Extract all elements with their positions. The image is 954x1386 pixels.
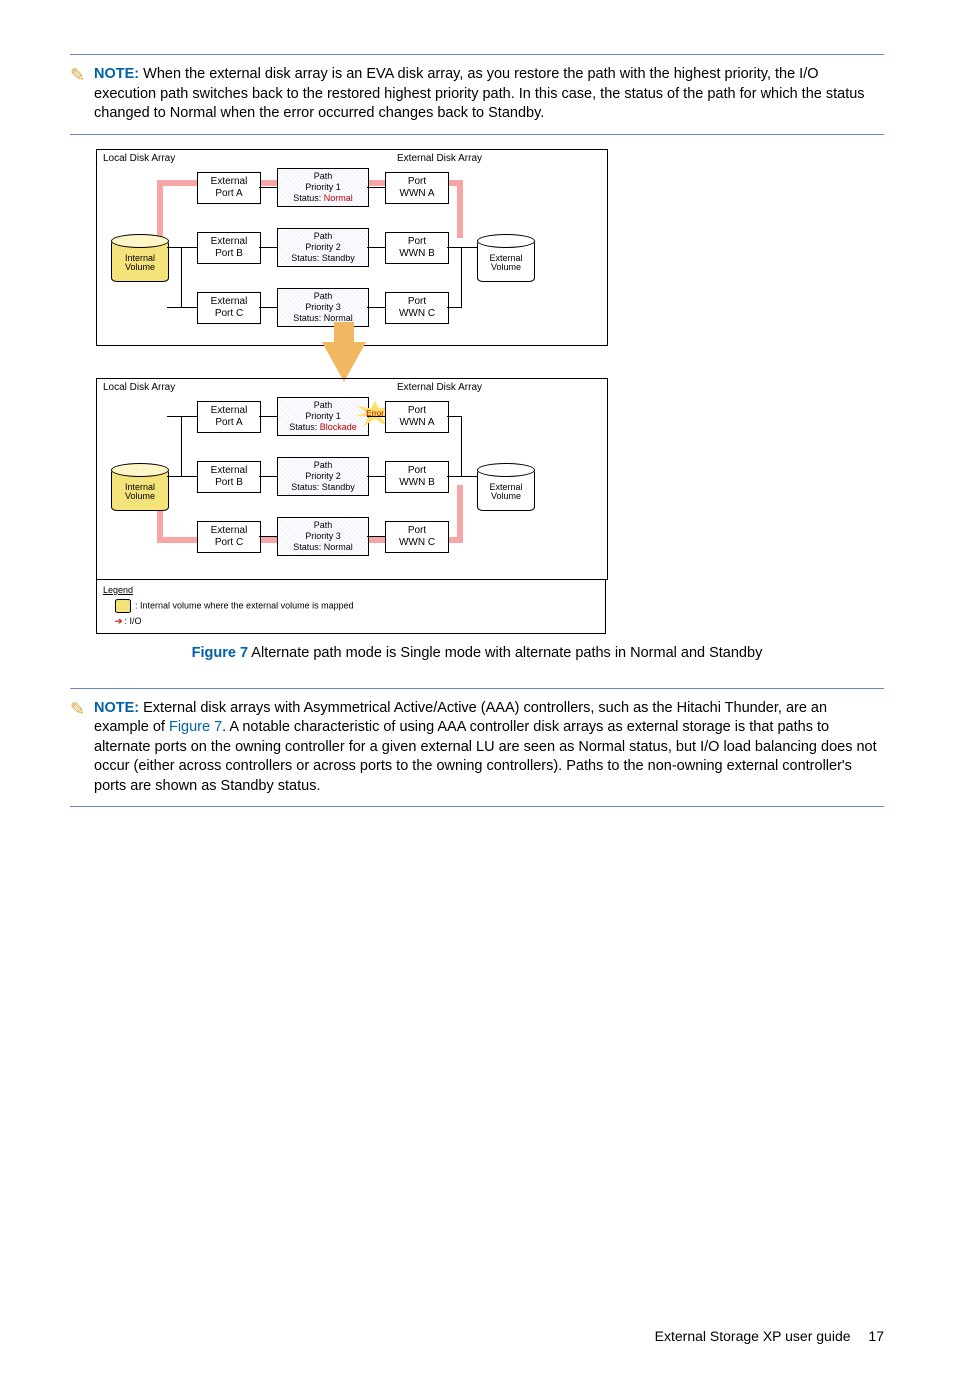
status-val: Normal bbox=[324, 193, 353, 203]
status-val: Normal bbox=[324, 542, 353, 552]
status-lbl: Status: bbox=[293, 542, 321, 552]
diagram-legend: Legend : Internal volume where the exter… bbox=[96, 580, 606, 634]
diagram-bottom: Local Disk Array External Disk Array Int… bbox=[96, 378, 608, 580]
path-3-label: Path Priority 3 bbox=[278, 291, 368, 314]
ext-port-c: External Port C bbox=[197, 292, 261, 324]
external-volume-label: External Volume bbox=[477, 254, 535, 273]
legend-item-1: : Internal volume where the external vol… bbox=[115, 599, 599, 613]
port-wwn-c: Port WWN C bbox=[385, 292, 449, 324]
path-1-status: Status: Blockade bbox=[278, 422, 368, 433]
port-wwn-b: Port WWN B bbox=[385, 461, 449, 493]
figure-caption: Figure 7 Alternate path mode is Single m… bbox=[70, 644, 884, 664]
path-priority-2: Path Priority 2 Status: Standby bbox=[277, 228, 369, 268]
external-volume-icon: External Volume bbox=[477, 463, 535, 511]
ext-port-b: External Port B bbox=[197, 232, 261, 264]
legend-item-1-text: : Internal volume where the external vol… bbox=[135, 600, 354, 610]
legend-item-2: ➔: I/O bbox=[115, 615, 599, 627]
path-priority-1: Path Priority 1 Status: Normal bbox=[277, 168, 369, 208]
status-lbl: Status: bbox=[289, 422, 317, 432]
note-block-2: ✎ NOTE: External disk arrays with Asymme… bbox=[70, 688, 884, 808]
internal-volume-label: Internal Volume bbox=[111, 254, 169, 273]
status-lbl: Status: bbox=[291, 482, 319, 492]
external-array-label: External Disk Array bbox=[397, 381, 482, 395]
figure-label: Figure 7 bbox=[192, 645, 248, 661]
path-2-status: Status: Standby bbox=[278, 253, 368, 264]
path-priority-3: Path Priority 3 Status: Normal bbox=[277, 288, 369, 328]
port-wwn-a: Port WWN A bbox=[385, 401, 449, 433]
note-2-text: NOTE: External disk arrays with Asymmetr… bbox=[94, 699, 884, 797]
port-wwn-a: Port WWN A bbox=[385, 172, 449, 204]
internal-volume-icon: Internal Volume bbox=[111, 463, 169, 511]
local-array-label: Local Disk Array bbox=[103, 152, 175, 166]
legend-item-2-text: : I/O bbox=[125, 616, 142, 626]
note-label: NOTE: bbox=[94, 700, 139, 716]
page-footer: External Storage XP user guide 17 bbox=[70, 1327, 884, 1346]
path-3-label: Path Priority 3 bbox=[278, 520, 368, 543]
active-path bbox=[457, 180, 463, 238]
internal-volume-label: Internal Volume bbox=[111, 483, 169, 502]
transition-arrow-icon bbox=[322, 342, 366, 382]
note-1-text: NOTE: When the external disk array is an… bbox=[94, 65, 884, 124]
arrow-icon: ➔ bbox=[115, 616, 123, 626]
external-volume-label: External Volume bbox=[477, 483, 535, 502]
path-2-status: Status: Standby bbox=[278, 482, 368, 493]
status-val: Standby bbox=[322, 482, 355, 492]
ext-port-b: External Port B bbox=[197, 461, 261, 493]
status-lbl: Status: bbox=[293, 313, 321, 323]
external-array-label: External Disk Array bbox=[397, 152, 482, 166]
note-icon: ✎ bbox=[70, 65, 94, 124]
port-wwn-c: Port WWN C bbox=[385, 521, 449, 553]
path-3-status: Status: Normal bbox=[278, 313, 368, 324]
path-2-label: Path Priority 2 bbox=[278, 460, 368, 483]
internal-volume-icon: Internal Volume bbox=[111, 234, 169, 282]
path-2-label: Path Priority 2 bbox=[278, 231, 368, 254]
active-path bbox=[457, 485, 463, 543]
path-1-label: Path Priority 1 bbox=[278, 171, 368, 194]
note-block-1: ✎ NOTE: When the external disk array is … bbox=[70, 54, 884, 135]
status-val: Blockade bbox=[320, 422, 357, 432]
page-number: 17 bbox=[868, 1328, 884, 1344]
figure-7-diagram: Local Disk Array External Disk Array Int… bbox=[96, 149, 884, 634]
path-3-status: Status: Normal bbox=[278, 542, 368, 553]
ext-port-c: External Port C bbox=[197, 521, 261, 553]
note-label: NOTE: bbox=[94, 66, 139, 82]
external-volume-icon: External Volume bbox=[477, 234, 535, 282]
path-priority-3: Path Priority 3 Status: Normal bbox=[277, 517, 369, 557]
footer-title: External Storage XP user guide bbox=[655, 1328, 851, 1344]
path-priority-2: Path Priority 2 Status: Standby bbox=[277, 457, 369, 497]
port-wwn-b: Port WWN B bbox=[385, 232, 449, 264]
path-1-label: Path Priority 1 bbox=[278, 400, 368, 423]
figure-7-xref[interactable]: Figure 7 bbox=[169, 719, 222, 735]
note-1-body: When the external disk array is an EVA d… bbox=[94, 66, 865, 121]
local-array-label: Local Disk Array bbox=[103, 381, 175, 395]
status-lbl: Status: bbox=[293, 193, 321, 203]
figure-caption-text: Alternate path mode is Single mode with … bbox=[251, 645, 762, 661]
status-lbl: Status: bbox=[291, 253, 319, 263]
legend-title: Legend bbox=[103, 584, 599, 596]
path-priority-1: Path Priority 1 Status: Blockade bbox=[277, 397, 369, 437]
diagram-top: Local Disk Array External Disk Array Int… bbox=[96, 149, 608, 346]
ext-port-a: External Port A bbox=[197, 401, 261, 433]
status-val: Standby bbox=[322, 253, 355, 263]
note-icon: ✎ bbox=[70, 699, 94, 797]
ext-port-a: External Port A bbox=[197, 172, 261, 204]
cylinder-icon bbox=[115, 599, 131, 613]
path-1-status: Status: Normal bbox=[278, 193, 368, 204]
